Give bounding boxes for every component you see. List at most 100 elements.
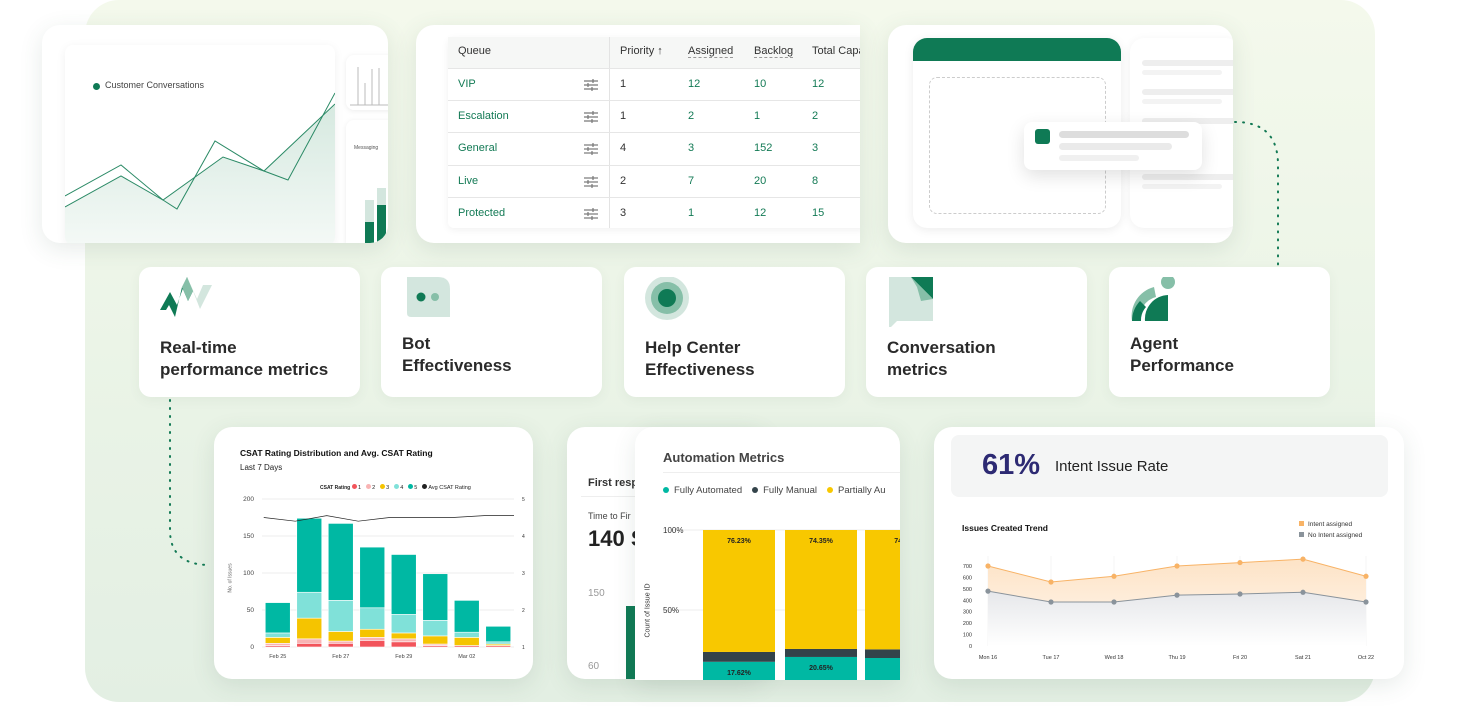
cell-backlog: 20: [754, 174, 767, 187]
table-header: Queue Priority ↑ Assigned Backlog Total …: [448, 37, 860, 68]
first-response-subtitle: Time to Fir: [588, 511, 631, 521]
csat-bar-segment-2: [359, 637, 386, 641]
cell-total: 8: [812, 174, 819, 187]
feature-bot-effectiveness[interactable]: Bot Effectiveness: [381, 267, 602, 397]
draggable-widget[interactable]: [1024, 122, 1202, 170]
csat-bar-segment-5: [422, 573, 449, 621]
sliders-icon[interactable]: [584, 207, 598, 225]
csat-bar-segment-4: [296, 591, 323, 619]
data-point: [1363, 573, 1369, 579]
y-tick-label: 200: [243, 496, 254, 503]
cell-priority: 1: [620, 110, 627, 123]
feature-label: Conversation metrics: [887, 338, 996, 379]
data-label: 74.35%: [809, 538, 834, 545]
y-tick-label: 200: [963, 621, 972, 627]
automation-metrics-card: Automation Metrics Fully Automated Fully …: [635, 427, 900, 680]
cell-priority: 4: [620, 142, 627, 155]
cell-assigned: 12: [688, 78, 701, 90]
csat-bar-segment-4: [485, 641, 512, 645]
feature-label: Agent Performance: [1130, 334, 1234, 375]
csat-bar-segment-4: [390, 614, 417, 634]
data-point: [1048, 599, 1054, 605]
csat-bar-segment-5: [296, 517, 323, 593]
sliders-icon[interactable]: [584, 142, 598, 160]
csat-bar-segment-2: [296, 638, 323, 644]
messaging-bar: [365, 200, 374, 243]
y-tick-label: 500: [963, 587, 972, 593]
feature-help-center-effectiveness[interactable]: Help Center Effectiveness: [624, 267, 845, 397]
y-tick-label: 700: [963, 564, 972, 570]
y-tick: 150: [588, 588, 605, 599]
automation-plot: 100% 50% 17.62% 76.23% 20.65% 74.35% 74.6: [663, 526, 900, 680]
x-tick-label: Tue 17: [1043, 655, 1060, 661]
csat-bar-segment-1: [359, 640, 386, 648]
sliders-icon[interactable]: [584, 175, 598, 193]
csat-chart-card: CSAT Rating Distribution and Avg. CSAT R…: [214, 427, 533, 679]
y2-tick-label: 1: [522, 645, 525, 651]
csat-bar-segment-4: [327, 600, 354, 632]
x-tick-label: Feb 27: [332, 654, 349, 660]
automation-bar-segment: [703, 651, 775, 662]
csat-bar-segment-3: [327, 631, 354, 642]
csat-bar-segment-2: [264, 643, 291, 646]
table-row[interactable]: General 4 3 152 3: [448, 132, 860, 164]
csat-bar-segment-3: [296, 617, 323, 640]
y-tick-label: 400: [963, 598, 972, 604]
table-row[interactable]: Protected 3 1 12 15: [448, 196, 860, 229]
csat-plot: 0 50 100 150 200 1 2 3 4 5 Feb 25 Feb 27 Feb 29 Mar 0…: [243, 496, 525, 660]
cell-queue: Escalation: [458, 110, 509, 123]
cell-queue: General: [458, 142, 498, 155]
feature-real-time-metrics[interactable]: Real-time performance metrics: [139, 267, 360, 397]
builder-header-bar: [913, 38, 1121, 61]
cell-queue: VIP: [458, 78, 476, 90]
y2-tick-label: 5: [522, 497, 525, 503]
cell-priority: 2: [620, 174, 627, 187]
csat-bar-segment-2: [390, 638, 417, 643]
csat-bar-segment-4: [359, 607, 386, 630]
cell-backlog: 152: [754, 142, 773, 155]
header-total-capacity[interactable]: Total Capa: [812, 45, 860, 57]
cell-total: 3: [812, 142, 819, 155]
y-tick: 60: [588, 661, 600, 672]
automation-bar-segment: [785, 648, 857, 657]
cell-backlog: 12: [754, 206, 767, 219]
table-row[interactable]: Escalation 1 2 1 2: [448, 100, 860, 132]
table-row[interactable]: Live 2 7 20 8: [448, 164, 860, 197]
y-tick-label: 0: [969, 644, 972, 650]
automation-bar-segment: [865, 530, 900, 650]
csat-bar-segment-5: [485, 625, 512, 643]
csat-bar-segment-5: [264, 602, 291, 634]
data-point: [1048, 579, 1054, 585]
y2-tick-label: 3: [522, 571, 525, 577]
cell-assigned: 1: [688, 206, 695, 219]
widget-icon: [1035, 129, 1050, 144]
header-assigned[interactable]: Assigned: [688, 45, 734, 58]
data-point: [1111, 599, 1117, 605]
pulse-icon: [160, 277, 212, 317]
conversations-chart: Customer Conversations: [65, 45, 335, 243]
cell-total: 15: [812, 206, 825, 219]
csat-bar-segment-4: [422, 620, 449, 637]
data-point: [985, 563, 991, 569]
sliders-icon[interactable]: [584, 78, 598, 96]
csat-bar-segment-3: [390, 632, 417, 640]
header-queue[interactable]: Queue: [458, 45, 491, 57]
messaging-bar: [377, 188, 386, 243]
builder-card: [888, 25, 1233, 243]
feature-agent-performance[interactable]: Agent Performance: [1109, 267, 1330, 397]
feature-conversation-metrics[interactable]: Conversation metrics: [866, 267, 1087, 397]
data-point: [1174, 563, 1180, 569]
x-tick-label: Mon 16: [979, 655, 997, 661]
sliders-icon[interactable]: [584, 110, 598, 128]
cell-total: 12: [812, 78, 825, 90]
cell-backlog: 10: [754, 78, 767, 90]
csat-bar-segment-5: [453, 600, 480, 633]
table-row[interactable]: VIP 1 12 10 12: [448, 68, 860, 100]
cell-priority: 3: [620, 206, 627, 219]
cell-assigned: 2: [688, 110, 695, 123]
header-backlog[interactable]: Backlog: [754, 45, 794, 58]
data-label: 74.6: [894, 538, 900, 545]
header-priority[interactable]: Priority ↑: [620, 45, 663, 57]
csat-bar-segment-2: [327, 640, 354, 644]
y2-tick-label: 4: [522, 534, 525, 540]
